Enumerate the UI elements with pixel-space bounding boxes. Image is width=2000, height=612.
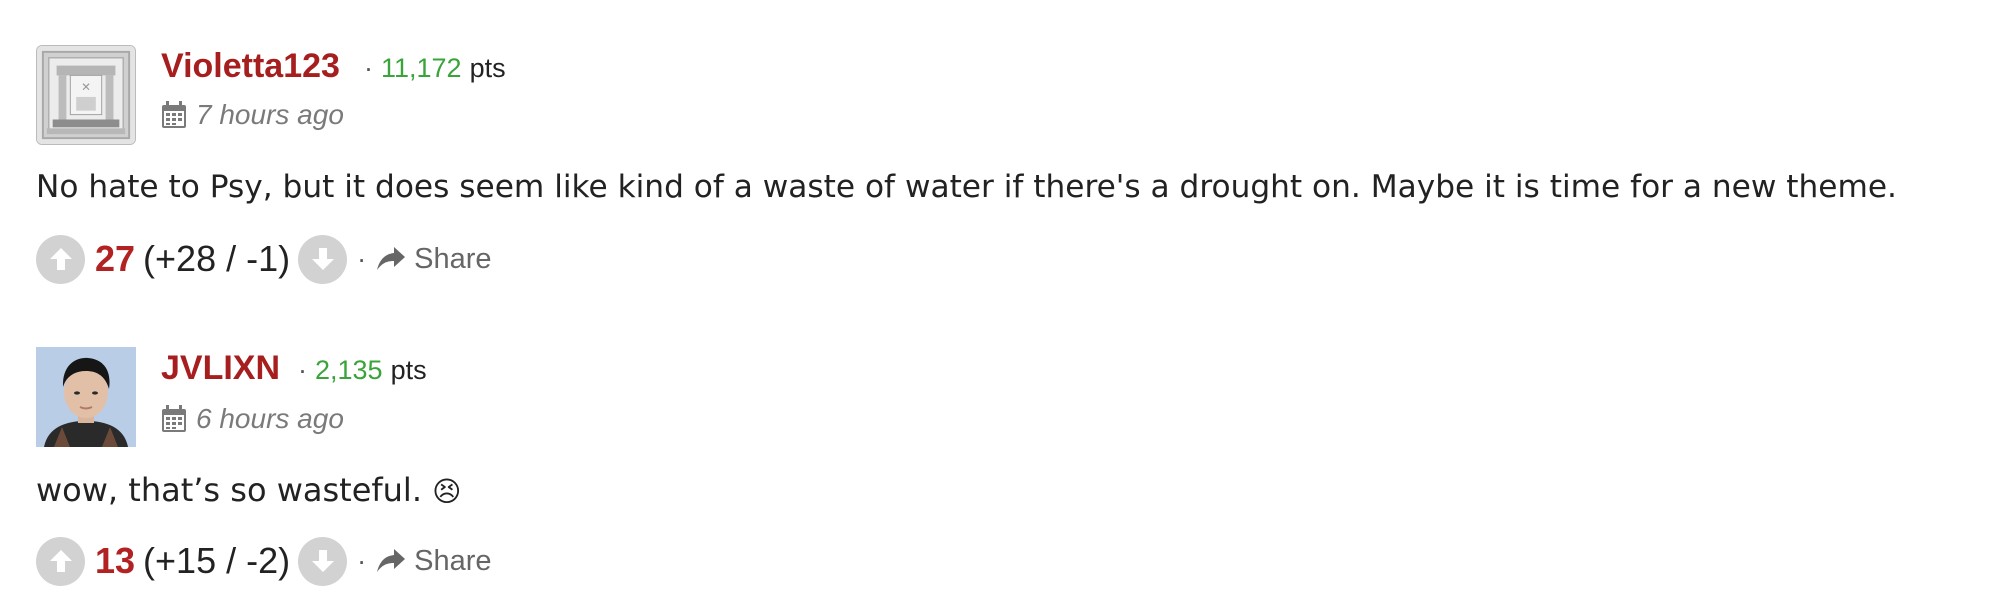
username[interactable]: Violetta123: [161, 49, 340, 83]
arrow-up-icon: [49, 248, 72, 270]
vote-breakdown: (+28 / -1): [143, 238, 291, 279]
vote-score: 27: [95, 238, 136, 279]
points-value: 11,172: [381, 53, 462, 83]
avatar[interactable]: [36, 347, 136, 447]
vote-breakdown: (+15 / -2): [143, 540, 291, 581]
share-button[interactable]: Share: [376, 544, 492, 578]
separator-dot: ·: [298, 355, 307, 385]
building-emblem-icon: ✕: [37, 46, 135, 144]
calendar-icon: [162, 101, 186, 128]
svg-text:✕: ✕: [81, 80, 91, 94]
timestamp: 6 hours ago: [161, 405, 344, 433]
comment-body: No hate to Psy, but it does seem like ki…: [36, 169, 1897, 205]
share-arrow-icon: [377, 549, 406, 572]
avatar[interactable]: ✕: [36, 45, 136, 145]
downvote-button[interactable]: [298, 536, 348, 586]
separator-dot: ·: [357, 545, 367, 576]
upvote-button[interactable]: [36, 234, 85, 284]
vote-score: 13: [95, 540, 136, 581]
share-label: Share: [414, 544, 492, 577]
comment-body: wow, that’s so wasteful. 😣: [36, 474, 461, 506]
user-points: · 2,135 pts: [290, 357, 427, 384]
points-unit: pts: [469, 53, 506, 83]
persevering-face-emoji: 😣: [432, 475, 462, 508]
separator-dot: ·: [357, 243, 367, 274]
upvote-button[interactable]: [36, 536, 85, 586]
timestamp: 7 hours ago: [161, 101, 344, 129]
timestamp-text: 7 hours ago: [196, 99, 344, 130]
arrow-down-icon: [311, 248, 334, 270]
separator-dot: ·: [364, 53, 373, 83]
points-unit: pts: [390, 355, 427, 385]
share-label: Share: [414, 242, 492, 275]
arrow-down-icon: [311, 550, 334, 572]
share-button[interactable]: Share: [376, 242, 492, 276]
vote-row: 13 (+15 / -2) · Share: [36, 536, 492, 586]
user-points: · 11,172 pts: [356, 55, 506, 82]
calendar-icon: [162, 405, 186, 432]
points-value: 2,135: [315, 355, 383, 385]
vote-row: 27 (+28 / -1) · Share: [36, 234, 492, 284]
timestamp-text: 6 hours ago: [196, 403, 344, 434]
person-photo-icon: [36, 347, 136, 447]
arrow-up-icon: [49, 550, 72, 572]
username[interactable]: JVLIXN: [161, 351, 280, 385]
comment-body-text: wow, that’s so wasteful.: [36, 471, 422, 509]
downvote-button[interactable]: [298, 234, 348, 284]
share-arrow-icon: [377, 247, 406, 270]
